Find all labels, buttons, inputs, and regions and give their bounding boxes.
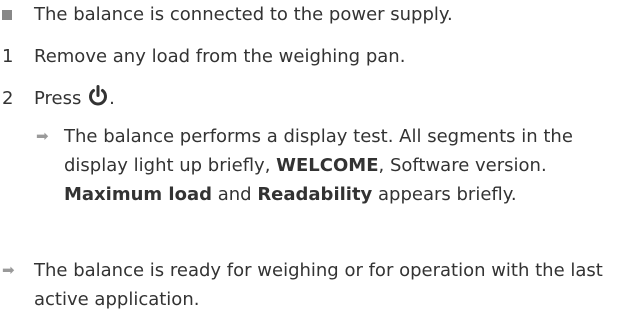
readability-label: Readability: [257, 184, 373, 205]
result-text-part: , Software version.: [378, 155, 547, 176]
instruction-block: The balance is connected to the power su…: [0, 0, 619, 323]
step-text-after: .: [109, 88, 115, 109]
arrow-right-icon: ➡: [36, 127, 49, 145]
result-text-part: appears briefly.: [372, 184, 517, 205]
result-text: The balance performs a display test. All…: [64, 122, 605, 209]
step-number: 1: [2, 46, 14, 67]
maximum-load-label: Maximum load: [64, 184, 212, 205]
step-text: Press .: [34, 84, 605, 116]
power-icon: [87, 85, 109, 116]
result-text-part: and: [212, 184, 258, 205]
arrow-right-icon: ➡: [2, 261, 15, 279]
step-number: 2: [2, 88, 14, 109]
square-bullet-icon: [2, 10, 12, 20]
prerequisite-text: The balance is connected to the power su…: [34, 4, 453, 25]
step-text: Remove any load from the weighing pan.: [34, 46, 406, 67]
final-result-text: The balance is ready for weighing or for…: [34, 260, 603, 310]
welcome-label: WELCOME: [276, 155, 379, 176]
step-text-before: Press: [34, 88, 88, 109]
